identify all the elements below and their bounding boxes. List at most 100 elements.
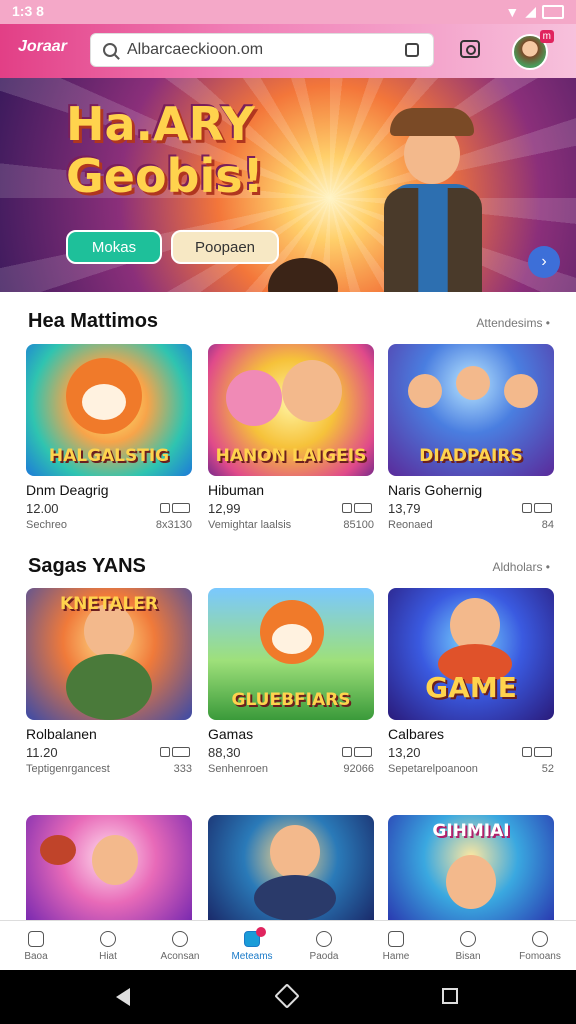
- battery-icon: [542, 4, 564, 19]
- status-bar: 1:3 8 ▼ ◢: [0, 0, 576, 24]
- game-thumbnail-title: DIADPAIRS: [419, 446, 523, 466]
- game-title: Gamas: [208, 726, 254, 742]
- home-button-icon[interactable]: [274, 983, 300, 1009]
- game-thumbnail: [26, 815, 192, 920]
- nav-item-more[interactable]: Fomoans: [504, 921, 576, 971]
- section-title-2: Sagas YANS: [28, 555, 146, 577]
- rating-icons: [342, 745, 374, 760]
- game-thumbnail: HALGALSTIG: [26, 344, 192, 476]
- game-card[interactable]: GIHMIAI: [388, 815, 554, 920]
- game-category: Senhenroen: [208, 763, 268, 775]
- game-title: Hibuman: [208, 482, 265, 498]
- game-price: 12.00: [26, 501, 59, 516]
- game-card[interactable]: GLUEBFIARS Gamas 88,30 Senhenroen 92066: [208, 588, 374, 775]
- game-title: Dnm Deagrig: [26, 482, 109, 498]
- avatar-badge: m: [539, 30, 554, 43]
- app-logo[interactable]: Joraar: [18, 38, 67, 56]
- section-link-2[interactable]: Aldholars •: [492, 560, 550, 574]
- nav-item-profile[interactable]: Paoda: [288, 921, 360, 971]
- game-thumbnail-title: GLUEBFIARS: [231, 690, 351, 710]
- game-card[interactable]: HALGALSTIG Dnm Deagrig 12.00 Sechreo 8x31…: [26, 344, 192, 531]
- wifi-icon: ▼: [505, 3, 520, 20]
- search-icon: [103, 43, 117, 57]
- home-icon: [28, 930, 44, 947]
- chevron-right-icon[interactable]: ›: [528, 246, 560, 278]
- game-thumbnail-title: KNETALER: [60, 594, 158, 614]
- game-title: Rolbalanen: [26, 726, 97, 742]
- game-count: 84: [541, 519, 554, 531]
- people-icon: [100, 930, 116, 947]
- more-icon: [532, 930, 548, 947]
- game-card[interactable]: [26, 815, 192, 920]
- game-thumbnail-title: HALGALSTIG: [48, 446, 170, 466]
- game-price: 12,99: [208, 501, 241, 516]
- nav-item-games[interactable]: Meteams: [216, 921, 288, 971]
- section-title-1: Hea Mattimos: [28, 310, 159, 332]
- game-thumbnail: [208, 815, 374, 920]
- game-thumbnail-title: GIHMIAI: [432, 821, 510, 841]
- system-navigation-bar: [0, 970, 576, 1024]
- nav-item-favorites[interactable]: Hame: [360, 921, 432, 971]
- game-card[interactable]: DIADPAIRS Naris Gohernig 13,79 Reonaed 84: [388, 344, 554, 531]
- game-count: 52: [541, 763, 554, 775]
- search-icon: [172, 930, 188, 947]
- nav-item-home[interactable]: Baoa: [0, 921, 72, 971]
- hero-secondary-button[interactable]: Poopaen: [171, 230, 279, 264]
- hero-title-line2: Geobis!: [66, 149, 264, 203]
- game-price: 13,20: [388, 745, 421, 760]
- hero-primary-button[interactable]: Mokas: [66, 230, 162, 264]
- rating-icons: [160, 501, 192, 516]
- nav-item-friends[interactable]: Hiat: [72, 921, 144, 971]
- back-icon[interactable]: [116, 988, 130, 1006]
- hero-character-illustration: [360, 98, 510, 292]
- nav-item-rewards[interactable]: Bisan: [432, 921, 504, 971]
- game-price: 13,79: [388, 501, 421, 516]
- game-card[interactable]: GAME Calbares 13,20 Sepetarelpoanoon 52: [388, 588, 554, 775]
- game-title: Naris Gohernig: [388, 482, 483, 498]
- coin-icon: [460, 930, 476, 947]
- game-thumbnail-title: GAME: [425, 671, 517, 704]
- game-count: 333: [173, 763, 192, 775]
- game-category: Reonaed: [388, 519, 433, 531]
- bottom-navigation: Baoa Hiat Aconsan Meteams Paoda Hame Bis…: [0, 920, 576, 971]
- game-count: 8x3130: [155, 519, 192, 531]
- game-card[interactable]: HANON LAIGEIS Hibuman 12,99 Vemightar la…: [208, 344, 374, 531]
- game-count: 85100: [343, 519, 374, 531]
- hero-character-hat: [390, 108, 474, 136]
- game-category: Sechreo: [26, 519, 67, 531]
- heart-icon: [388, 930, 404, 947]
- game-thumbnail: DIADPAIRS: [388, 344, 554, 476]
- game-thumbnail: KNETALER: [26, 588, 192, 720]
- recent-apps-icon[interactable]: [442, 988, 458, 1004]
- hero-banner[interactable]: Ha.ARY Geobis! Mokas Poopaen ›: [0, 78, 576, 292]
- search-bar[interactable]: [90, 33, 434, 67]
- person-icon: [316, 930, 332, 947]
- game-thumbnail: GIHMIAI: [388, 815, 554, 920]
- game-count: 92066: [343, 763, 374, 775]
- section-link-1[interactable]: Attendesims •: [476, 316, 550, 330]
- hero-title: Ha.ARY Geobis!: [66, 98, 264, 202]
- status-icons: ▼ ◢: [505, 3, 564, 20]
- rating-icons: [522, 501, 554, 516]
- game-thumbnail: GLUEBFIARS: [208, 588, 374, 720]
- game-title: Calbares: [388, 726, 445, 742]
- camera-icon[interactable]: [460, 40, 480, 58]
- game-category: Vemightar laalsis: [208, 519, 292, 531]
- shopping-bag-icon[interactable]: [405, 43, 419, 57]
- game-thumbnail: HANON LAIGEIS: [208, 344, 374, 476]
- game-price: 88,30: [208, 745, 241, 760]
- app-header: Joraar m: [0, 24, 576, 78]
- notification-dot: [256, 927, 266, 937]
- rating-icons: [342, 501, 374, 516]
- game-category: Teptigenrgancest: [26, 763, 110, 775]
- user-avatar[interactable]: m: [512, 30, 554, 70]
- rating-icons: [522, 745, 554, 760]
- game-card[interactable]: [208, 815, 374, 920]
- signal-icon: ◢: [525, 3, 536, 19]
- search-input[interactable]: [125, 40, 389, 60]
- nav-item-search[interactable]: Aconsan: [144, 921, 216, 971]
- game-category: Sepetarelpoanoon: [388, 763, 478, 775]
- game-card[interactable]: KNETALER Rolbalanen 11.20 Teptigenrgance…: [26, 588, 192, 775]
- rating-icons: [160, 745, 192, 760]
- game-thumbnail: GAME: [388, 588, 554, 720]
